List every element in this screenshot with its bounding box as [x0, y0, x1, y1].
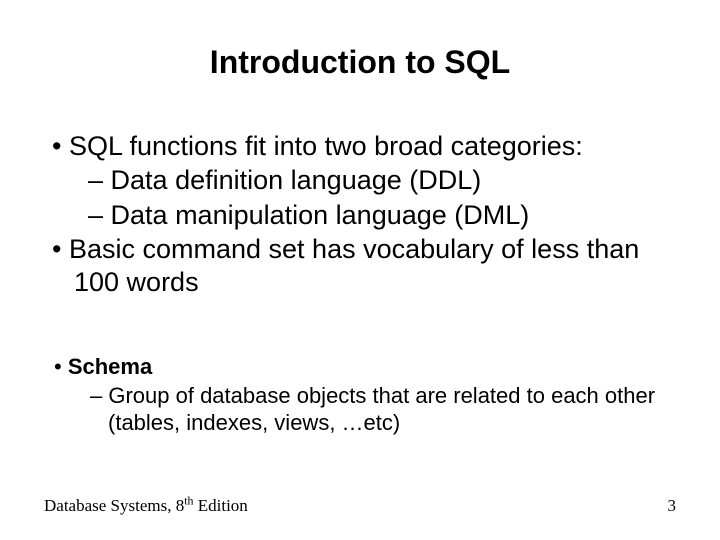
schema-label: Schema	[68, 354, 152, 379]
slide-section-schema: Schema Group of database objects that ar…	[44, 354, 676, 438]
bullet-vocab: Basic command set has vocabulary of less…	[44, 233, 676, 298]
slide-title: Introduction to SQL	[0, 44, 720, 81]
bullet-dml: Data manipulation language (DML)	[44, 199, 676, 231]
bullet-categories: SQL functions fit into two broad categor…	[44, 130, 676, 162]
footer-text-before: Database Systems, 8	[44, 496, 184, 515]
footer-text-after: Edition	[193, 496, 247, 515]
slide-body: SQL functions fit into two broad categor…	[44, 130, 676, 300]
page-number: 3	[668, 496, 677, 516]
bullet-schema-def: Group of database objects that are relat…	[44, 383, 676, 437]
slide: Introduction to SQL SQL functions fit in…	[0, 0, 720, 540]
footer-source: Database Systems, 8th Edition	[44, 496, 248, 516]
bullet-ddl: Data definition language (DDL)	[44, 164, 676, 196]
bullet-schema: Schema	[44, 354, 676, 381]
